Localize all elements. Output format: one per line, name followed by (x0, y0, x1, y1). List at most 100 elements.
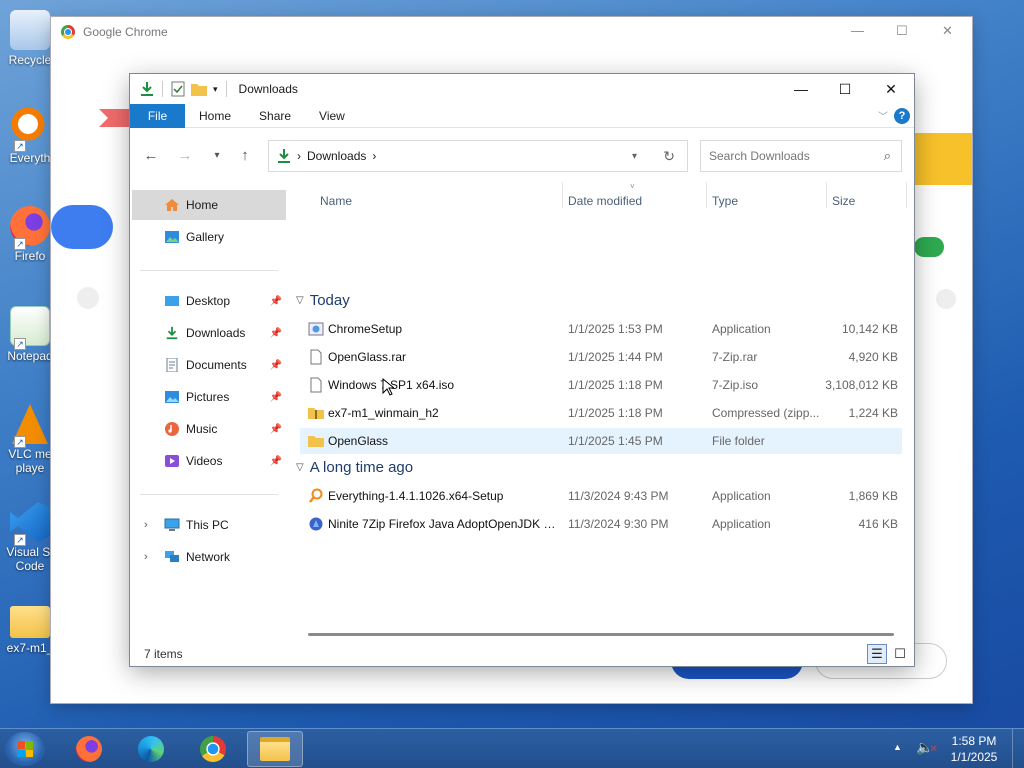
up-arrow-icon[interactable]: ↑ (234, 144, 256, 166)
documents-icon (166, 358, 178, 372)
file-icon (310, 377, 322, 393)
table-row[interactable]: OpenGlass.rar 1/1/2025 1:44 PM 7-Zip.rar… (300, 344, 902, 370)
close-button[interactable]: ✕ (868, 74, 914, 104)
pin-icon[interactable]: 📌 (270, 392, 282, 403)
file-explorer-window[interactable]: ▾ Downloads — ☐ ✕ File Home Share View ﹀… (130, 74, 914, 666)
chrome-titlebar[interactable]: Google Chrome (51, 17, 972, 47)
expand-chevron-icon[interactable]: › (144, 551, 148, 563)
file-icon (310, 349, 322, 365)
chrome-icon (61, 25, 75, 39)
collapse-chevron-icon[interactable]: ▽ (296, 462, 304, 473)
group-header-today[interactable]: ▽ Today (296, 292, 350, 309)
folder-icon (308, 436, 324, 447)
taskbar-firefox-button[interactable] (61, 731, 117, 767)
table-row[interactable]: Ninite 7Zip Firefox Java AdoptOpenJDK x.… (300, 511, 902, 537)
tab-home[interactable]: Home (185, 104, 245, 128)
sidebar-item-pictures[interactable]: Pictures 📌 (132, 382, 286, 412)
file-name: OpenGlass (328, 434, 389, 448)
table-row[interactable]: ChromeSetup 1/1/2025 1:53 PM Application… (300, 316, 902, 342)
downloads-icon[interactable] (140, 81, 154, 97)
column-divider[interactable] (562, 182, 563, 208)
taskbar-chrome-button[interactable] (185, 731, 241, 767)
taskbar-edge-button[interactable] (123, 731, 179, 767)
customize-toolbar-chevron-icon[interactable]: ▾ (213, 84, 218, 95)
sidebar-item-documents[interactable]: Documents 📌 (132, 350, 286, 380)
ribbon-expand-chevron-icon[interactable]: ﹀ (878, 108, 888, 123)
sidebar-item-music[interactable]: Music 📌 (132, 414, 286, 444)
windows-logo-icon (17, 741, 33, 757)
volume-muted-icon[interactable]: 🔈✕ (916, 739, 938, 756)
minimize-button[interactable]: — (778, 74, 824, 104)
decor-blue-dots (51, 205, 113, 249)
breadcrumb-item-downloads[interactable]: Downloads (307, 149, 366, 163)
show-desktop-button[interactable] (1012, 729, 1024, 768)
decor-green-toggle (914, 237, 944, 257)
file-name: Everything-1.4.1.1026.x64-Setup (328, 489, 504, 503)
expand-chevron-icon[interactable]: › (144, 519, 148, 531)
column-divider[interactable] (826, 182, 827, 208)
sort-chevron-icon: ˅ (630, 182, 635, 191)
column-divider[interactable] (906, 182, 907, 208)
properties-icon[interactable] (171, 81, 185, 97)
details-view-button[interactable]: ☰ (867, 644, 887, 664)
zip-folder-icon (308, 408, 324, 419)
sidebar-item-desktop[interactable]: Desktop 📌 (132, 286, 286, 316)
edge-icon (138, 736, 164, 762)
tab-share[interactable]: Share (245, 104, 305, 128)
pin-icon[interactable]: 📌 (270, 328, 282, 339)
column-divider[interactable] (706, 182, 707, 208)
chrome-maximize-button[interactable]: ☐ (896, 23, 908, 39)
pin-icon[interactable]: 📌 (270, 296, 282, 307)
recent-locations-chevron-icon[interactable]: ▾ (206, 144, 228, 166)
file-name: Ninite 7Zip Firefox Java AdoptOpenJDK x.… (328, 517, 558, 531)
large-icons-view-button[interactable]: ☐ (890, 644, 910, 664)
collapse-chevron-icon[interactable]: ▽ (296, 295, 304, 306)
column-header-size[interactable]: Size (832, 188, 855, 214)
table-row[interactable]: ex7-m1_winmain_h2 1/1/2025 1:18 PM Compr… (300, 400, 902, 426)
taskbar-clock[interactable]: 1:58 PM 1/1/2025 (946, 733, 1002, 765)
new-folder-icon[interactable] (191, 82, 207, 96)
maximize-button[interactable]: ☐ (822, 74, 868, 104)
music-icon (165, 422, 179, 436)
shortcut-arrow-icon: ↗ (14, 436, 26, 448)
file-size: 10,142 KB (841, 322, 898, 336)
pin-icon[interactable]: 📌 (270, 424, 282, 435)
sidebar-item-network[interactable]: › Network (132, 542, 286, 572)
group-header-a-long-time-ago[interactable]: ▽ A long time ago (296, 459, 413, 476)
sidebar-item-videos[interactable]: Videos 📌 (132, 446, 286, 476)
breadcrumb-separator-icon[interactable]: › (372, 149, 376, 163)
chrome-minimize-button[interactable]: — (851, 23, 864, 38)
clock-date: 1/1/2025 (950, 750, 998, 764)
sidebar-item-home[interactable]: Home (132, 190, 286, 220)
pin-icon[interactable]: 📌 (270, 360, 282, 371)
table-row[interactable]: Everything-1.4.1.1026.x64-Setup 11/3/202… (300, 483, 902, 509)
sidebar-item-this-pc[interactable]: › This PC (132, 510, 286, 540)
show-hidden-icons-chevron-icon[interactable]: ▲ (893, 742, 902, 752)
sidebar-item-gallery[interactable]: Gallery (132, 222, 286, 252)
address-bar[interactable]: › Downloads › ▾ ↻ (268, 140, 688, 172)
chrome-icon (200, 736, 226, 762)
column-header-name[interactable]: Name (320, 188, 352, 214)
installer-icon (308, 322, 324, 336)
sidebar-item-label: Gallery (186, 230, 225, 244)
tab-file[interactable]: File (130, 103, 185, 128)
column-header-type[interactable]: Type (712, 188, 738, 214)
gallery-icon (165, 231, 179, 243)
search-input[interactable]: Search Downloads ⌕ (700, 140, 902, 172)
help-icon[interactable]: ? (894, 108, 910, 124)
chrome-close-button[interactable]: ✕ (942, 23, 953, 39)
table-row[interactable]: OpenGlass 1/1/2025 1:45 PM File folder (300, 428, 902, 454)
refresh-icon[interactable]: ↻ (663, 148, 675, 165)
start-button[interactable] (5, 732, 45, 766)
tab-view[interactable]: View (305, 104, 359, 128)
forward-arrow-icon[interactable]: → (174, 144, 196, 166)
sidebar-item-downloads[interactable]: Downloads 📌 (132, 318, 286, 348)
file-type: Application (712, 517, 771, 531)
back-arrow-icon[interactable]: ← (140, 144, 162, 166)
horizontal-scrollbar[interactable] (308, 633, 894, 636)
file-list: Name Date modified ˅ Type Size ▽ Today C… (290, 182, 914, 622)
taskbar-file-explorer-button[interactable] (247, 731, 303, 767)
pin-icon[interactable]: 📌 (270, 456, 282, 467)
address-history-chevron-icon[interactable]: ▾ (632, 151, 637, 162)
column-header-date[interactable]: Date modified (568, 188, 642, 214)
